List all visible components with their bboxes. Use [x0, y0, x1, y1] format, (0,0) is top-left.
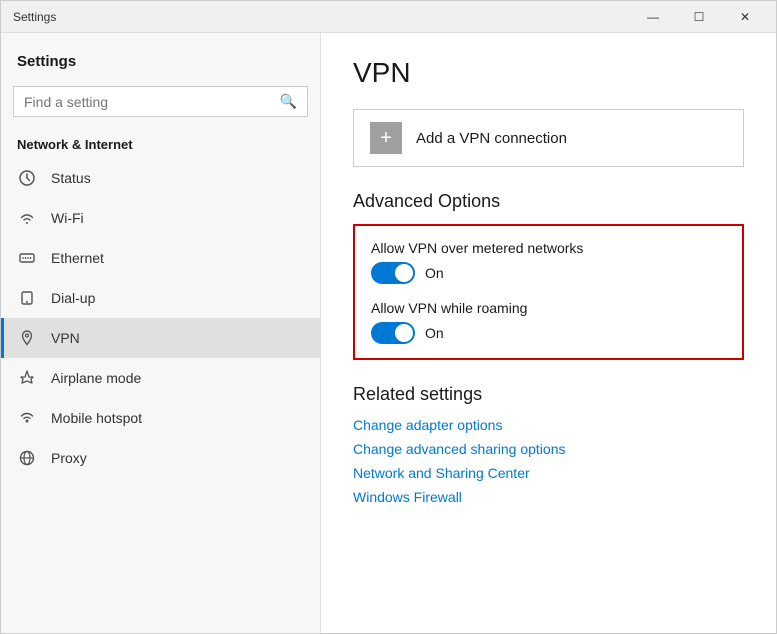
related-settings-title: Related settings — [353, 384, 744, 405]
sidebar-header: Settings — [1, 33, 320, 78]
sidebar: Settings 🔍 Network & Internet Status Wi-… — [1, 33, 321, 633]
sidebar-item-dialup[interactable]: Dial-up — [1, 278, 320, 318]
toggle-roaming-value: On — [425, 325, 444, 341]
sidebar-item-label-dialup: Dial-up — [51, 290, 95, 306]
close-button[interactable]: ✕ — [722, 1, 768, 33]
sidebar-item-proxy[interactable]: Proxy — [1, 438, 320, 478]
sidebar-item-ethernet[interactable]: Ethernet — [1, 238, 320, 278]
toggle-roaming-switch[interactable] — [371, 322, 415, 344]
search-box[interactable]: 🔍 — [13, 86, 308, 117]
sidebar-item-hotspot[interactable]: Mobile hotspot — [1, 398, 320, 438]
maximize-button[interactable]: ☐ — [676, 1, 722, 33]
sidebar-section-title: Network & Internet — [1, 129, 320, 158]
related-link-0[interactable]: Change adapter options — [353, 417, 744, 433]
toggle-roaming-label: Allow VPN while roaming — [371, 300, 726, 316]
search-icon: 🔍 — [280, 93, 297, 110]
advanced-options-title: Advanced Options — [353, 191, 744, 212]
advanced-options-box: Allow VPN over metered networks On Allow… — [353, 224, 744, 360]
vpn-icon — [17, 328, 37, 348]
ethernet-icon — [17, 248, 37, 268]
hotspot-icon — [17, 408, 37, 428]
sidebar-item-vpn[interactable]: VPN — [1, 318, 320, 358]
toggle-row-metered: Allow VPN over metered networks On — [371, 240, 726, 284]
dialup-icon — [17, 288, 37, 308]
page-title: VPN — [353, 57, 744, 89]
toggle-metered-control: On — [371, 262, 726, 284]
related-link-3[interactable]: Windows Firewall — [353, 489, 744, 505]
related-link-2[interactable]: Network and Sharing Center — [353, 465, 744, 481]
sidebar-item-label-proxy: Proxy — [51, 450, 87, 466]
toggle-metered-value: On — [425, 265, 444, 281]
sidebar-item-status[interactable]: Status — [1, 158, 320, 198]
proxy-icon — [17, 448, 37, 468]
title-bar: Settings — ☐ ✕ — [1, 1, 776, 33]
add-vpn-icon: + — [370, 122, 402, 154]
sidebar-item-label-status: Status — [51, 170, 91, 186]
sidebar-item-label-wifi: Wi-Fi — [51, 210, 84, 226]
toggle-metered-switch[interactable] — [371, 262, 415, 284]
settings-window: Settings — ☐ ✕ Settings 🔍 Network & Inte… — [0, 0, 777, 634]
sidebar-item-label-ethernet: Ethernet — [51, 250, 104, 266]
sidebar-item-label-hotspot: Mobile hotspot — [51, 410, 142, 426]
sidebar-items-container: Status Wi-Fi Ethernet Dial-up VPN Airpla… — [1, 158, 320, 478]
window-controls: — ☐ ✕ — [630, 1, 768, 33]
sidebar-item-airplane[interactable]: Airplane mode — [1, 358, 320, 398]
related-links-container: Change adapter options Change advanced sh… — [353, 417, 744, 505]
minimize-button[interactable]: — — [630, 1, 676, 33]
toggle-row-roaming: Allow VPN while roaming On — [371, 300, 726, 344]
main-panel: VPN + Add a VPN connection Advanced Opti… — [321, 33, 776, 633]
window-title: Settings — [13, 10, 56, 24]
add-vpn-button[interactable]: + Add a VPN connection — [353, 109, 744, 167]
status-icon — [17, 168, 37, 188]
wifi-icon — [17, 208, 37, 228]
sidebar-item-wifi[interactable]: Wi-Fi — [1, 198, 320, 238]
search-input[interactable] — [24, 94, 272, 110]
add-vpn-label: Add a VPN connection — [416, 130, 567, 147]
related-link-1[interactable]: Change advanced sharing options — [353, 441, 744, 457]
airplane-icon — [17, 368, 37, 388]
sidebar-item-label-vpn: VPN — [51, 330, 80, 346]
content-area: Settings 🔍 Network & Internet Status Wi-… — [1, 33, 776, 633]
toggle-roaming-control: On — [371, 322, 726, 344]
toggle-metered-label: Allow VPN over metered networks — [371, 240, 726, 256]
sidebar-item-label-airplane: Airplane mode — [51, 370, 141, 386]
